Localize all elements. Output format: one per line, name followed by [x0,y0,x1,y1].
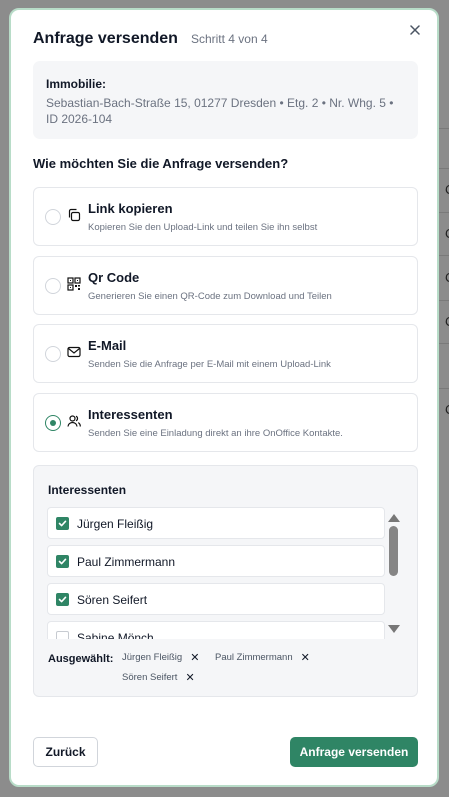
option-e-mail[interactable]: E-Mail Senden Sie die Anfrage per E-Mail… [33,324,418,383]
selected-chip: Jürgen Fleißig ✕ [122,650,199,664]
list-item-label: Jürgen Fleißig [77,517,154,531]
selected-chip: Sören Seifert ✕ [122,670,195,684]
list-item-label: Sabine Mönch [77,631,154,639]
option-interessenten[interactable]: Interessenten Senden Sie eine Einladung … [33,393,418,452]
chip-label: Jürgen Fleißig [122,651,183,663]
option-description: Generieren Sie einen QR-Code zum Downloa… [88,291,332,302]
send-method-question: Wie möchten Sie die Anfrage versenden? [33,156,289,171]
checkbox[interactable] [56,593,69,606]
interessenten-title: Interessenten [48,483,127,497]
close-button[interactable] [407,22,423,38]
list-item[interactable]: Sören Seifert [47,583,385,615]
list-item-label: Sören Seifert [77,593,148,607]
list-item-label: Paul Zimmermann [77,555,176,569]
checkbox[interactable] [56,555,69,568]
interessenten-panel: Interessenten Jürgen Fleißig Paul Zimmer… [33,465,418,697]
option-link-kopieren[interactable]: Link kopieren Kopieren Sie den Upload-Li… [33,187,418,246]
option-radio[interactable] [45,415,61,431]
dialog-header: Anfrage versenden Schritt 4 von 4 [33,30,415,52]
property-label: Immobilie: [46,77,107,91]
checkbox[interactable] [56,631,69,639]
step-indicator: Schritt 4 von 4 [190,32,268,46]
list-item[interactable]: Sabine Mönch [47,621,385,639]
send-request-dialog: Anfrage versenden Schritt 4 von 4 Immobi… [9,8,439,787]
mail-icon [67,346,81,358]
checkbox[interactable] [56,517,69,530]
chip-label: Paul Zimmermann [215,651,293,663]
scroll-down-icon[interactable] [388,625,400,633]
option-title: Link kopieren [88,201,173,216]
remove-chip-icon[interactable]: ✕ [301,651,310,664]
remove-chip-icon[interactable]: ✕ [185,671,194,684]
dialog-title: Anfrage versenden [33,30,178,47]
copy-icon [68,208,81,222]
option-description: Kopieren Sie den Upload-Link und teilen … [88,222,318,233]
close-icon [410,25,420,35]
qr-code-icon [67,277,81,291]
option-radio[interactable] [45,278,61,294]
scroll-up-icon[interactable] [388,514,400,522]
option-description: Senden Sie eine Einladung direkt an ihre… [88,428,343,439]
option-description: Senden Sie die Anfrage per E-Mail mit ei… [88,359,331,370]
option-radio[interactable] [45,209,61,225]
selected-chip: Paul Zimmermann ✕ [215,650,310,664]
remove-chip-icon[interactable]: ✕ [190,651,199,664]
option-title: E-Mail [88,338,127,353]
option-radio[interactable] [45,346,61,362]
list-item[interactable]: Jürgen Fleißig [47,507,385,539]
users-icon [67,415,81,427]
option-qr-code[interactable]: Qr Code Generieren Sie einen QR-Code zum… [33,256,418,315]
property-info: Immobilie: Sebastian-Bach-Straße 15, 012… [33,61,418,139]
option-title: Interessenten [88,407,173,422]
back-button[interactable]: Zurück [33,737,98,767]
property-address: Sebastian-Bach-Straße 15, 01277 Dresden … [46,96,394,126]
scrollbar-thumb[interactable] [389,526,398,576]
option-title: Qr Code [88,270,140,285]
chip-label: Sören Seifert [122,671,178,683]
list-scrollbar[interactable] [386,507,402,639]
list-item[interactable]: Paul Zimmermann [47,545,385,577]
selected-label: Ausgewählt: [48,653,114,665]
interessenten-list[interactable]: Jürgen Fleißig Paul Zimmermann Sören Sei… [47,507,385,639]
send-request-button[interactable]: Anfrage versenden [290,737,418,767]
